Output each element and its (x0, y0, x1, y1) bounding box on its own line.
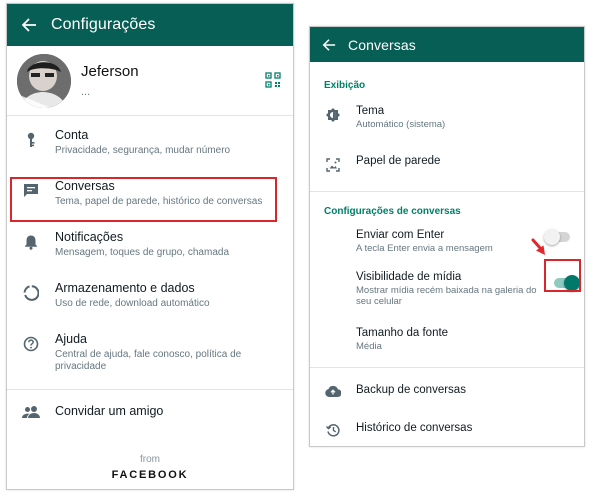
setting-backup[interactable]: Backup de conversas (310, 384, 584, 410)
avatar-photo-icon (17, 53, 71, 108)
qr-code-icon (265, 72, 281, 88)
settings-list: Conta Privacidade, segurança, mudar núme… (7, 116, 293, 383)
setting-value: Média (356, 341, 382, 352)
page-title: Configurações (51, 16, 156, 33)
setting-font-size[interactable]: Tamanho da fonte Média (310, 327, 584, 363)
settings-item-account[interactable]: Conta Privacidade, segurança, mudar núme… (7, 128, 293, 179)
invite-friend-item[interactable]: Convidar um amigo (7, 404, 293, 455)
red-arrow-icon (531, 238, 545, 255)
section-title-display: Exibição (324, 80, 366, 91)
settings-item-description: Mensagem, toques de grupo, chamada (55, 247, 229, 258)
setting-value: Automático (sistema) (356, 119, 446, 130)
settings-item-description: Central de ajuda, fale conosco, política… (55, 349, 242, 372)
arrow-back-icon (21, 18, 36, 32)
enter-send-toggle[interactable] (544, 229, 570, 245)
settings-item-description: Privacidade, segurança, mudar número (55, 145, 231, 156)
setting-description: Mostrar mídia recém baixada na galeria d… (356, 285, 537, 307)
arrow-back-icon (322, 38, 336, 51)
divider (310, 367, 584, 368)
setting-label: Tamanho da fonte (356, 327, 449, 339)
setting-label: Tema (356, 105, 385, 117)
setting-chat-history[interactable]: Histórico de conversas (310, 422, 584, 446)
wallpaper-icon (326, 158, 340, 172)
footer-brand: FACEBOOK (111, 469, 189, 481)
chats-app-bar: Conversas (310, 27, 584, 62)
settings-item-storage[interactable]: Armazenamento e dados Uso de rede, downl… (7, 281, 293, 332)
back-button[interactable] (310, 38, 348, 52)
history-icon (326, 424, 340, 437)
brightness-icon (326, 108, 340, 122)
help-icon (23, 336, 39, 352)
avatar[interactable] (17, 53, 71, 108)
footer-from: from (140, 454, 160, 465)
setting-media-visibility[interactable]: Visibilidade de mídia Mostrar mídia recé… (310, 271, 584, 317)
setting-label: Backup de conversas (356, 384, 466, 396)
bell-icon (25, 235, 37, 250)
setting-wallpaper[interactable]: Papel de parede (310, 155, 584, 181)
back-button[interactable] (7, 17, 51, 33)
page-title: Conversas (348, 36, 416, 53)
settings-item-help[interactable]: Ajuda Central de ajuda, fale conosco, po… (7, 332, 293, 383)
profile-name: Jeferson (81, 63, 139, 80)
setting-theme[interactable]: Tema Automático (sistema) (310, 105, 584, 141)
settings-item-label: Conta (55, 128, 89, 142)
footer: from FACEBOOK (7, 454, 293, 481)
divider (7, 389, 293, 390)
key-icon (27, 132, 35, 147)
cloud-upload-icon (325, 385, 341, 397)
chats-settings-screen: Conversas Exibição Tema Automático (sist… (309, 26, 585, 447)
settings-item-label: Notificações (55, 230, 124, 244)
settings-item-description: Uso de rede, download automático (55, 298, 210, 309)
profile-row[interactable]: Jeferson ... (7, 46, 293, 116)
highlight-box-media-toggle (544, 259, 581, 292)
settings-app-bar: Configurações (7, 4, 293, 46)
highlight-box-chats (10, 177, 277, 222)
settings-item-label: Ajuda (55, 332, 87, 346)
qr-code-button[interactable] (265, 72, 281, 93)
settings-screen: Configurações Jeferson ... Conta Privaci… (6, 3, 294, 490)
setting-label: Papel de parede (356, 155, 441, 167)
divider (310, 191, 584, 192)
settings-item-notifications[interactable]: Notificações Mensagem, toques de grupo, … (7, 230, 293, 281)
section-title-chat-settings: Configurações de conversas (324, 206, 461, 217)
settings-item-label: Armazenamento e dados (55, 281, 195, 295)
people-icon (22, 406, 40, 418)
setting-label: Visibilidade de mídia (356, 271, 462, 283)
invite-friend-label: Convidar um amigo (55, 404, 164, 418)
profile-about: ... (81, 86, 91, 98)
setting-label: Histórico de conversas (356, 422, 473, 434)
data-usage-icon (23, 285, 39, 301)
